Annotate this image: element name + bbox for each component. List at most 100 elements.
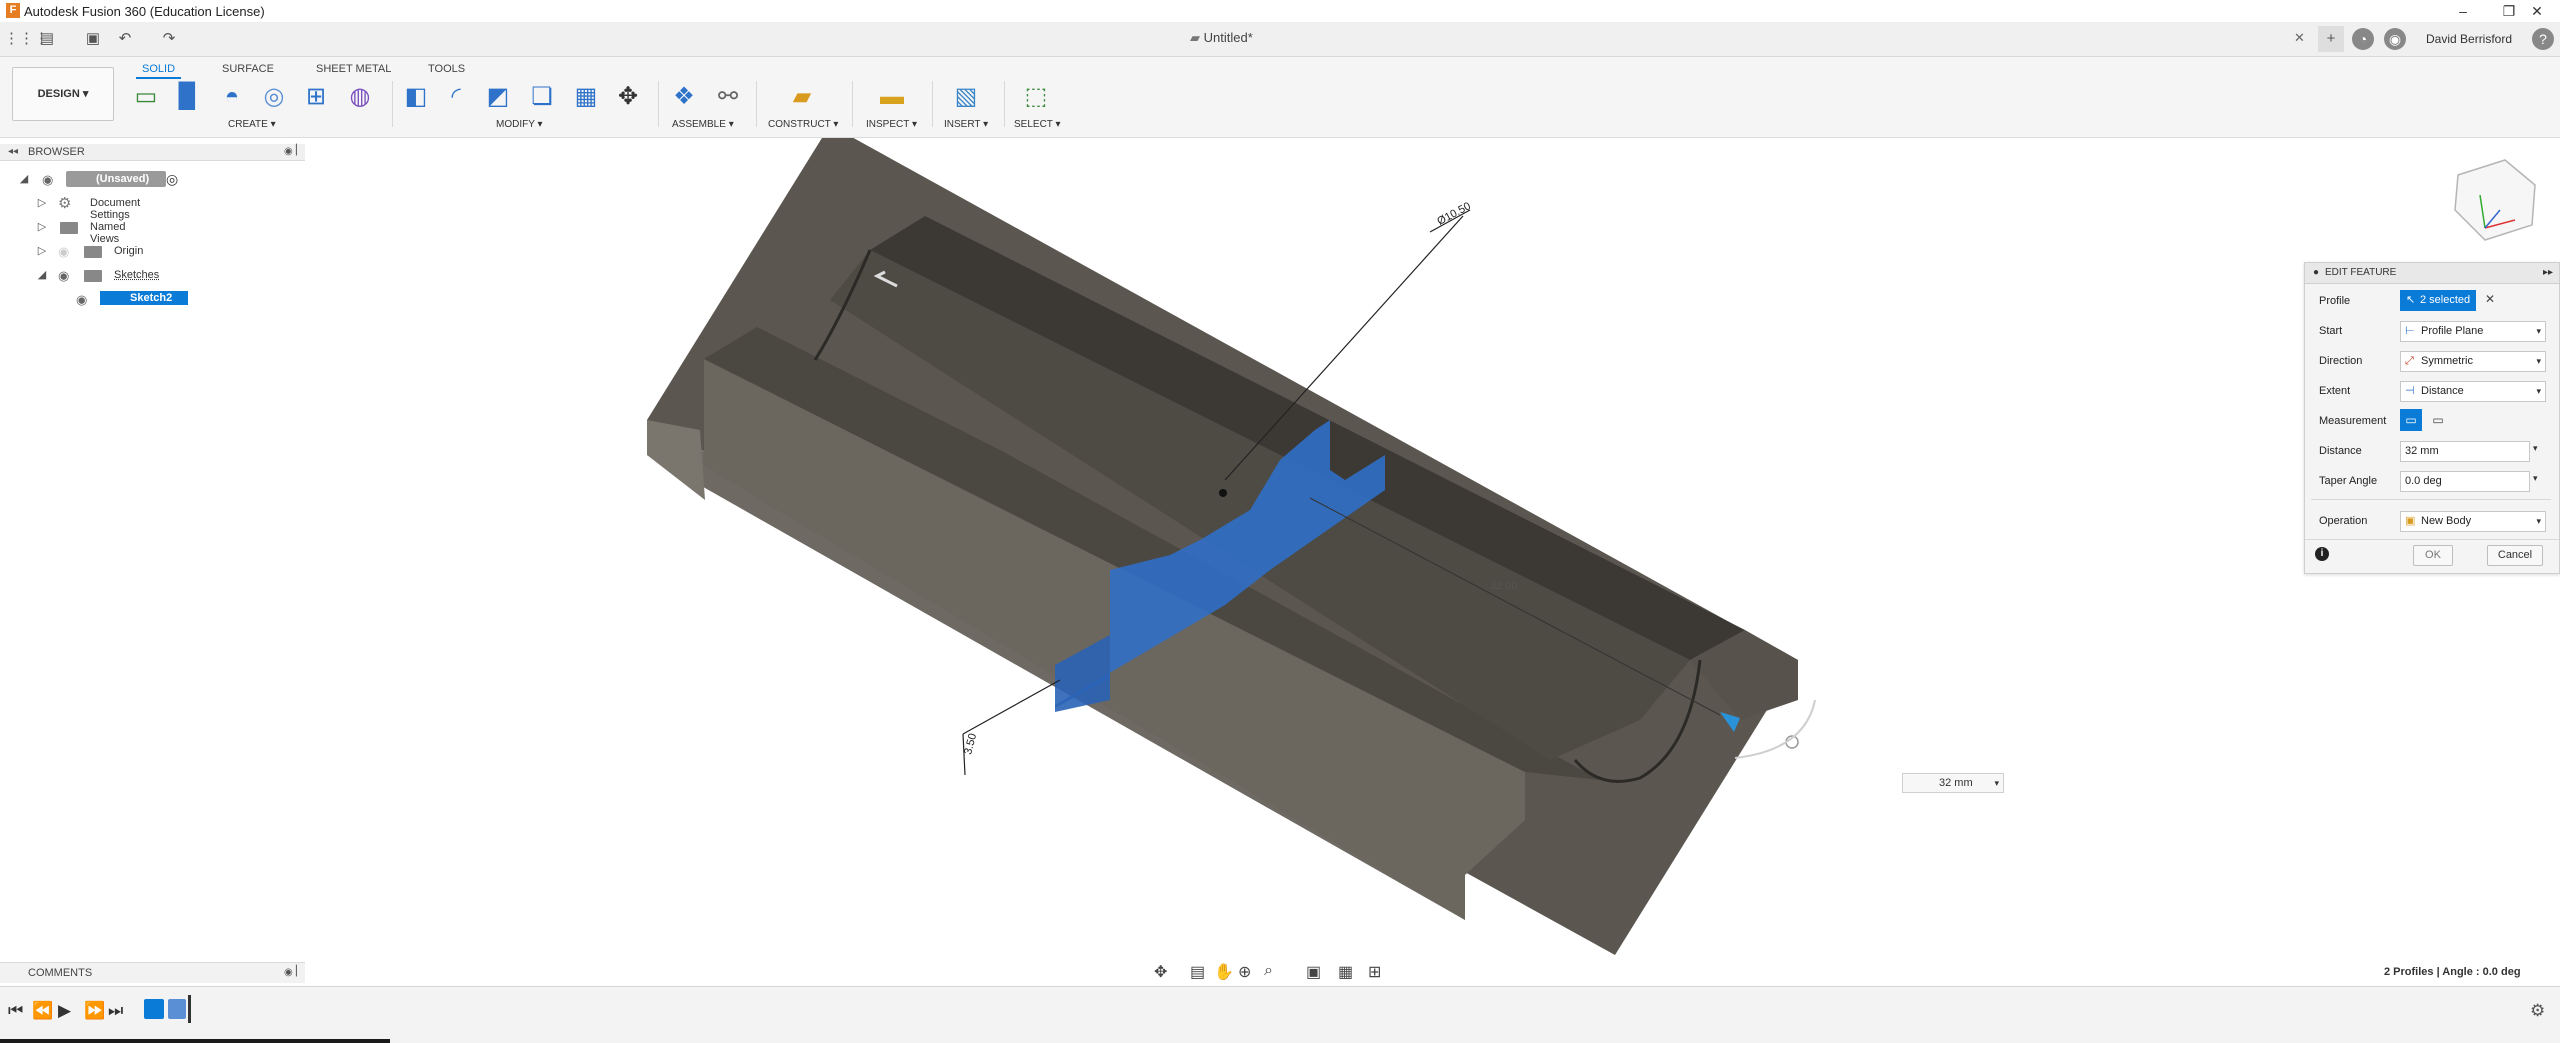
timeline-marker[interactable] — [188, 995, 191, 1023]
modify-group-label[interactable]: MODIFY ▾ — [496, 119, 543, 130]
fit-icon[interactable]: ⌕ — [1264, 962, 1273, 980]
select-window-icon[interactable]: ⬚ — [1020, 81, 1052, 113]
timeline-extrude-icon[interactable] — [168, 999, 186, 1019]
undo-icon[interactable]: ↶ — [114, 28, 136, 50]
visibility-eye-icon[interactable]: ◉ — [76, 292, 87, 308]
pattern-icon[interactable]: ⊞ — [300, 81, 332, 113]
panel-separator-icon[interactable]: ▏ — [296, 966, 304, 977]
edit-feature-header[interactable]: ● EDIT FEATURE ▸▸ — [2305, 263, 2559, 284]
profile-selection-button[interactable]: ↖ 2 selected — [2400, 290, 2476, 311]
measurement-whole-icon[interactable]: ▭ — [2427, 409, 2449, 431]
canvas-viewport[interactable]: Ø10.50 32.00 3.50 32 mm ▾ — [0, 138, 2560, 968]
joint-icon[interactable]: ⚯ — [712, 81, 744, 113]
expand-triangle-icon[interactable]: ▷ — [36, 244, 48, 257]
collapse-triangle-icon[interactable]: ◢ — [36, 268, 48, 281]
tab-solid[interactable]: SOLID — [136, 61, 181, 79]
revolve-icon[interactable]: ◓ — [216, 81, 248, 113]
panel-separator-icon[interactable]: ▏ — [296, 145, 304, 156]
user-account[interactable]: David Berrisford — [2426, 32, 2512, 46]
go-to-end-icon[interactable]: ⏭ — [108, 1001, 123, 1021]
info-icon[interactable]: i — [2315, 547, 2329, 561]
save-icon[interactable]: ▣ — [82, 28, 104, 50]
clear-selection-icon[interactable]: ✕ — [2485, 292, 2495, 306]
expand-triangle-icon[interactable]: ▷ — [36, 196, 48, 209]
extent-select[interactable]: ⊣ Distance ▾ — [2400, 381, 2546, 402]
taper-angle-value: 0.0 deg — [2405, 472, 2442, 491]
pan-icon[interactable]: ✋ — [1214, 962, 1234, 982]
collapse-triangle-icon[interactable]: ◢ — [18, 172, 30, 185]
notifications-icon[interactable]: ◉ — [2384, 28, 2406, 50]
app-grid-icon[interactable]: ⋮⋮⋮ — [4, 28, 26, 50]
create-form-icon[interactable]: ◍ — [344, 81, 376, 113]
move-icon[interactable]: ✥ — [612, 81, 644, 113]
inline-distance-input[interactable]: 32 mm ▾ — [1902, 773, 2004, 793]
display-settings-icon[interactable]: ▣ — [1306, 962, 1321, 982]
combine-icon[interactable]: ▦ — [570, 81, 602, 113]
construct-group-label[interactable]: CONSTRUCT ▾ — [768, 119, 838, 130]
distance-input[interactable]: 32 mm — [2400, 441, 2530, 462]
new-component-icon[interactable]: ❖ — [668, 81, 700, 113]
timeline-sketch-icon[interactable] — [144, 999, 164, 1019]
folder-icon — [60, 222, 78, 234]
step-forward-icon[interactable]: ⏩ — [84, 1001, 105, 1021]
minimize-button[interactable]: – — [2440, 0, 2486, 22]
go-to-start-icon[interactable]: ⏮ — [8, 1001, 23, 1021]
operation-select[interactable]: ▣ New Body ▾ — [2400, 511, 2546, 532]
workspace-switcher[interactable]: DESIGN ▾ — [12, 67, 114, 121]
tab-sheet-metal[interactable]: SHEET METAL — [310, 61, 397, 77]
visibility-eye-icon[interactable]: ◉ — [42, 172, 53, 188]
viewports-icon[interactable]: ⊞ — [1368, 962, 1381, 982]
activate-icon[interactable]: ◎ — [166, 171, 178, 188]
look-at-icon[interactable]: ▤ — [1190, 962, 1205, 982]
chamfer-icon[interactable]: ◩ — [482, 81, 514, 113]
tab-tools[interactable]: TOOLS — [422, 61, 471, 77]
document-tab[interactable]: ▰ Untitled* — [1190, 30, 1253, 46]
close-window-button[interactable]: ✕ — [2514, 0, 2560, 22]
assemble-group-label[interactable]: ASSEMBLE ▾ — [672, 119, 734, 130]
hole-icon[interactable]: ◎ — [258, 81, 290, 113]
create-group-label[interactable]: CREATE ▾ — [228, 119, 276, 130]
job-status-icon[interactable]: ◔ — [2352, 28, 2374, 50]
tab-surface[interactable]: SURFACE — [216, 61, 280, 77]
chevron-down-icon[interactable]: ▾ — [1994, 774, 1999, 792]
distance-dimension-label[interactable]: 32.00 — [1490, 580, 1518, 592]
expand-triangle-icon[interactable]: ▷ — [36, 220, 48, 233]
offset-plane-icon[interactable]: ▰ — [786, 81, 818, 113]
play-icon[interactable]: ▶ — [58, 1001, 71, 1021]
grid-settings-icon[interactable]: ▦ — [1338, 962, 1353, 982]
help-icon[interactable]: ? — [2532, 28, 2554, 50]
visibility-eye-icon[interactable]: ◉ — [58, 268, 69, 284]
taper-angle-input[interactable]: 0.0 deg — [2400, 471, 2530, 492]
measurement-symmetric-icon[interactable]: ▭ — [2400, 409, 2422, 431]
inspect-group-label[interactable]: INSPECT ▾ — [866, 119, 917, 130]
ok-button[interactable]: OK — [2413, 545, 2453, 566]
measure-icon[interactable]: ▬ — [876, 81, 908, 113]
create-sketch-icon[interactable]: ▭ — [130, 81, 162, 113]
press-pull-icon[interactable]: ◧ — [400, 81, 432, 113]
file-menu-icon[interactable]: ▤ — [36, 28, 58, 50]
insert-group-label[interactable]: INSERT ▾ — [944, 119, 988, 130]
collapse-panel-icon[interactable]: ◂◂ — [8, 146, 18, 157]
new-tab-icon[interactable]: + — [2318, 26, 2344, 52]
select-group-label[interactable]: SELECT ▾ — [1014, 119, 1061, 130]
expand-panel-icon[interactable]: ▸▸ — [2543, 263, 2553, 283]
pin-icon[interactable]: ◉ — [284, 967, 293, 978]
orbit-icon[interactable]: ✥ — [1154, 962, 1167, 982]
chevron-down-icon[interactable]: ▾ — [2533, 443, 2538, 454]
timeline-settings-icon[interactable]: ⚙ — [2530, 1001, 2545, 1021]
insert-image-icon[interactable]: ▧ — [950, 81, 982, 113]
direction-select[interactable]: ⤢ Symmetric ▾ — [2400, 351, 2546, 372]
redo-icon[interactable]: ↷ — [158, 28, 180, 50]
visibility-eye-icon[interactable]: ◉ — [58, 244, 69, 260]
chevron-down-icon[interactable]: ▾ — [2533, 473, 2538, 484]
shell-icon[interactable]: ❏ — [526, 81, 558, 113]
model-view[interactable] — [0, 138, 2560, 968]
extrude-icon[interactable]: ▉ — [172, 81, 204, 113]
pin-icon[interactable]: ◉ — [284, 146, 293, 157]
cancel-button[interactable]: Cancel — [2487, 545, 2543, 566]
close-tab-icon[interactable]: ✕ — [2294, 30, 2305, 46]
zoom-icon[interactable]: ⊕ — [1238, 962, 1251, 982]
step-back-icon[interactable]: ⏪ — [32, 1001, 53, 1021]
start-select[interactable]: ⊢ Profile Plane ▾ — [2400, 321, 2546, 342]
fillet-icon[interactable]: ◜ — [440, 81, 472, 113]
